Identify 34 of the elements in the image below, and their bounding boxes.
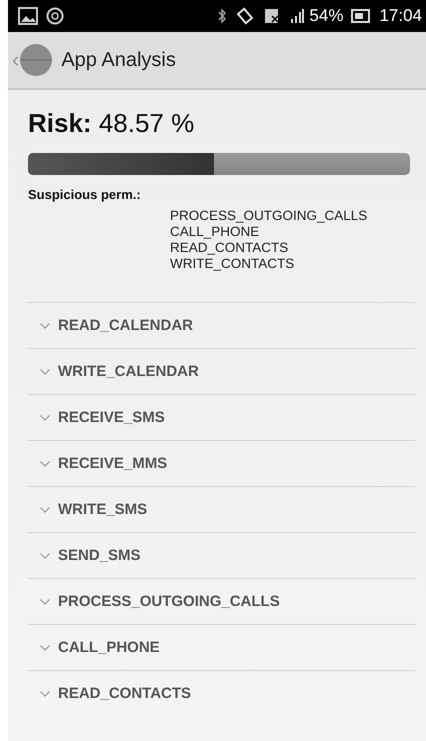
permission-group-item[interactable]: PROCESS_OUTGOING_CALLS — [28, 579, 415, 624]
chevron-down-icon — [40, 644, 50, 650]
chevron-down-icon — [40, 460, 50, 466]
permission-group-item[interactable]: SEND_SMS — [28, 533, 415, 578]
suspicious-permission: PROCESS_OUTGOING_CALLS — [170, 208, 368, 224]
permission-group-item[interactable]: CALL_PHONE — [28, 625, 415, 670]
app-icon — [19, 43, 54, 77]
suspicious-label: Suspicious perm.: — [28, 187, 142, 202]
battery-percent: 54% — [309, 6, 344, 26]
screen-title: App Analysis — [61, 48, 176, 72]
signal-icon — [289, 7, 306, 25]
risk-score: Risk: 48.57 % — [28, 108, 196, 139]
chevron-down-icon — [40, 368, 50, 374]
picture-notification-icon — [18, 7, 38, 25]
suspicious-permission: CALL_PHONE — [170, 224, 260, 240]
status-time: 17:04 — [379, 6, 422, 26]
chevron-down-icon — [40, 690, 50, 696]
rotate-icon — [235, 7, 256, 25]
chevron-down-icon — [40, 322, 50, 328]
permission-group-item[interactable]: WRITE_SMS — [28, 487, 415, 532]
suspicious-permission: READ_CONTACTS — [170, 240, 290, 256]
permission-group-item[interactable]: RECEIVE_MMS — [28, 441, 415, 486]
chevron-down-icon — [40, 552, 50, 558]
chevron-down-icon — [40, 506, 50, 512]
circle-notification-icon — [46, 7, 64, 25]
permission-group-item[interactable]: READ_CALENDAR — [28, 303, 415, 348]
permission-group-item[interactable]: WRITE_CALENDAR — [28, 349, 415, 394]
bluetooth-icon — [217, 7, 228, 25]
chevron-down-icon — [40, 598, 50, 604]
chevron-down-icon — [40, 414, 50, 420]
permission-group-item[interactable]: RECEIVE_SMS — [28, 395, 415, 440]
battery-icon — [351, 9, 372, 23]
permission-group-item[interactable]: READ_CONTACTS — [28, 671, 415, 716]
suspicious-permission: WRITE_CONTACTS — [170, 256, 296, 272]
